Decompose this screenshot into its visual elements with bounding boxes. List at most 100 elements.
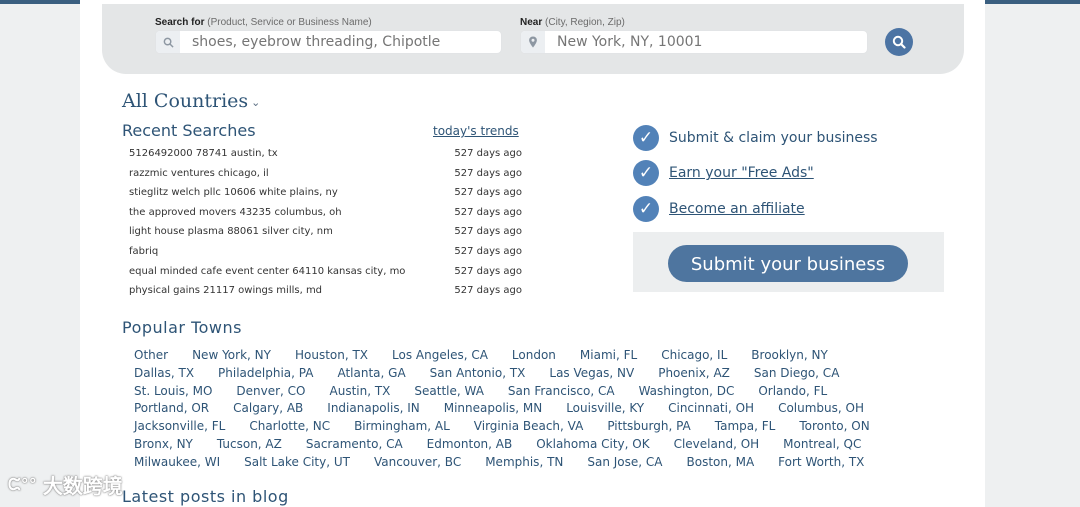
list-item: razzmic ventures chicago, il 527 days ago [129, 164, 522, 184]
towns-row: Jacksonville, FL Charlotte, NC Birmingham,… [134, 415, 934, 433]
town-link[interactable]: Austin, TX [330, 384, 391, 398]
town-link[interactable]: Oklahoma City, OK [536, 437, 649, 451]
checkmark-icon: ✓ [633, 124, 659, 151]
checkmark-icon: ✓ [633, 195, 659, 222]
recent-searches-list: 5126492000 78741 austin, tx 527 days ago … [129, 144, 522, 301]
town-link[interactable]: Bronx, NY [134, 437, 193, 451]
town-link[interactable]: Cincinnati, OH [668, 401, 754, 415]
towns-row: Dallas, TX Philadelphia, PA Atlanta, GA San… [134, 362, 934, 380]
benefit-submit-claim[interactable]: Submit & claim your business [669, 130, 878, 146]
town-link[interactable]: New York, NY [192, 348, 271, 362]
town-link[interactable]: San Diego, CA [754, 366, 840, 380]
town-link[interactable]: Minneapolis, MN [444, 401, 542, 415]
town-link[interactable]: Orlando, FL [758, 384, 827, 398]
recent-query-link[interactable]: equal minded cafe event center 64110 kan… [129, 262, 405, 282]
benefit-item: ✓ Earn your "Free Ads" [633, 156, 878, 192]
town-link[interactable]: Tucson, AZ [217, 437, 282, 451]
search-where-label: Near (City, Region, Zip) [520, 17, 625, 28]
town-link[interactable]: Washington, DC [639, 384, 735, 398]
search-where-field[interactable] [520, 30, 868, 54]
town-link[interactable]: Calgary, AB [233, 401, 303, 415]
town-link[interactable]: Other [134, 348, 168, 362]
town-link[interactable]: Virginia Beach, VA [474, 419, 584, 433]
benefit-item: ✓ Submit & claim your business [633, 120, 878, 156]
list-item: equal minded cafe event center 64110 kan… [129, 262, 522, 282]
recent-query-link[interactable]: the approved movers 43235 columbus, oh [129, 203, 342, 223]
towns-row: Portland, OR Calgary, AB Indianapolis, IN M… [134, 397, 934, 415]
town-link[interactable]: London [512, 348, 556, 362]
benefit-affiliate-link[interactable]: Become an affiliate [669, 201, 805, 217]
recent-query-link[interactable]: fabriq [129, 242, 158, 262]
search-what-field[interactable] [155, 30, 502, 54]
list-item: fabriq 527 days ago [129, 242, 522, 262]
town-link[interactable]: Los Angeles, CA [392, 348, 488, 362]
town-link[interactable]: Philadelphia, PA [218, 366, 313, 380]
town-link[interactable]: Miami, FL [580, 348, 637, 362]
recent-query-link[interactable]: razzmic ventures chicago, il [129, 164, 269, 184]
search-panel: Search for (Product, Service or Business… [102, 4, 964, 74]
town-link[interactable]: Denver, CO [236, 384, 305, 398]
town-link[interactable]: Edmonton, AB [427, 437, 513, 451]
checkmark-icon: ✓ [633, 160, 659, 187]
town-link[interactable]: Salt Lake City, UT [244, 455, 350, 469]
recent-searches-title: Recent Searches [122, 121, 256, 140]
town-link[interactable]: Birmingham, AL [354, 419, 450, 433]
recent-age: 527 days ago [454, 265, 522, 277]
town-link[interactable]: San Jose, CA [587, 455, 662, 469]
town-link[interactable]: Boston, MA [687, 455, 755, 469]
town-link[interactable]: Toronto, ON [799, 419, 869, 433]
towns-row: Bronx, NY Tucson, AZ Sacramento, CA Edmonto… [134, 433, 934, 451]
town-link[interactable]: Sacramento, CA [306, 437, 403, 451]
recent-query-link[interactable]: stieglitz welch pllc 10606 white plains,… [129, 183, 338, 203]
recent-age: 527 days ago [454, 245, 522, 257]
popular-towns-grid: Other New York, NY Houston, TX Los Angeles,… [134, 344, 934, 469]
search-icon [156, 31, 180, 53]
recent-query-link[interactable]: 5126492000 78741 austin, tx [129, 144, 278, 164]
benefit-free-ads-link[interactable]: Earn your "Free Ads" [669, 165, 814, 181]
country-selector-label: All Countries [122, 90, 249, 112]
town-link[interactable]: Columbus, OH [778, 401, 864, 415]
search-where-input[interactable] [555, 33, 849, 51]
town-link[interactable]: Houston, TX [295, 348, 368, 362]
town-link[interactable]: Cleveland, OH [674, 437, 760, 451]
town-link[interactable]: Tampa, FL [715, 419, 776, 433]
town-link[interactable]: Indianapolis, IN [327, 401, 419, 415]
town-link[interactable]: Phoenix, AZ [658, 366, 730, 380]
town-link[interactable]: Vancouver, BC [374, 455, 461, 469]
magnifier-icon [892, 35, 906, 49]
list-item: the approved movers 43235 columbus, oh 52… [129, 203, 522, 223]
town-link[interactable]: Dallas, TX [134, 366, 194, 380]
todays-trends-link[interactable]: today's trends [433, 124, 519, 138]
town-link[interactable]: Jacksonville, FL [134, 419, 225, 433]
list-item: physical gains 21117 owings mills, md 527… [129, 281, 522, 301]
recent-query-link[interactable]: physical gains 21117 owings mills, md [129, 281, 322, 301]
town-link[interactable]: Milwaukee, WI [134, 455, 220, 469]
town-link[interactable]: Pittsburgh, PA [607, 419, 690, 433]
town-link[interactable]: Fort Worth, TX [778, 455, 864, 469]
town-link[interactable]: Seattle, WA [414, 384, 484, 398]
town-link[interactable]: Las Vegas, NV [549, 366, 634, 380]
submit-business-button[interactable]: Submit your business [668, 245, 908, 282]
town-link[interactable]: Montreal, QC [783, 437, 861, 451]
town-link[interactable]: Louisville, KY [566, 401, 644, 415]
latest-posts-title: Latest posts in blog [122, 487, 289, 506]
country-selector[interactable]: All Countries ⌄ [122, 90, 260, 112]
town-link[interactable]: San Francisco, CA [508, 384, 615, 398]
benefit-item: ✓ Become an affiliate [633, 191, 878, 227]
popular-towns-title: Popular Towns [122, 318, 242, 337]
search-what-input[interactable] [190, 33, 484, 51]
town-link[interactable]: San Antonio, TX [430, 366, 526, 380]
towns-row: Other New York, NY Houston, TX Los Angeles,… [134, 344, 934, 362]
towns-row: Milwaukee, WI Salt Lake City, UT Vancouver… [134, 451, 934, 469]
town-link[interactable]: St. Louis, MO [134, 384, 212, 398]
recent-age: 527 days ago [454, 167, 522, 179]
town-link[interactable]: Charlotte, NC [249, 419, 330, 433]
town-link[interactable]: Brooklyn, NY [751, 348, 828, 362]
search-what-label: Search for (Product, Service or Business… [155, 17, 372, 28]
recent-query-link[interactable]: light house plasma 88061 silver city, nm [129, 222, 333, 242]
town-link[interactable]: Memphis, TN [485, 455, 563, 469]
town-link[interactable]: Atlanta, GA [337, 366, 405, 380]
search-submit-button[interactable] [885, 28, 913, 56]
town-link[interactable]: Portland, OR [134, 401, 209, 415]
town-link[interactable]: Chicago, IL [661, 348, 727, 362]
